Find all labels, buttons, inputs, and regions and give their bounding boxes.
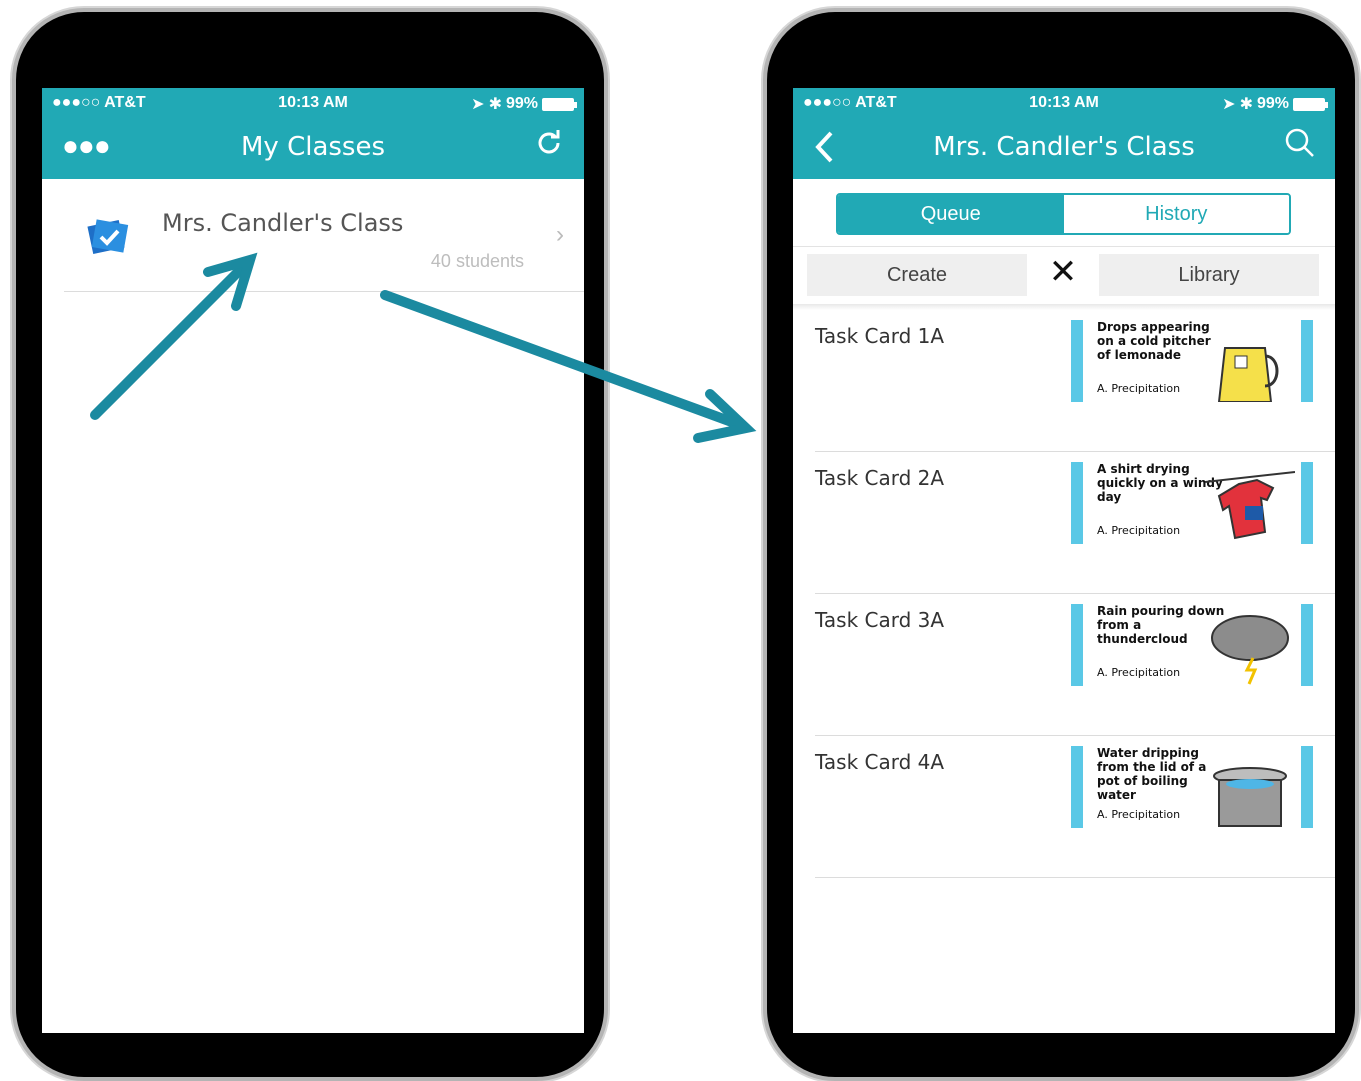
status-right: ➤ ✱ 99%	[471, 94, 577, 114]
task-card-title: Task Card 2A	[815, 466, 945, 490]
divider	[64, 291, 584, 292]
tab-queue[interactable]: Queue	[838, 195, 1064, 233]
thumb-answer: A. Precipitation	[1097, 524, 1181, 537]
bluetooth-icon: ✱	[488, 96, 502, 113]
thumb-border	[1301, 604, 1313, 686]
battery-icon	[1293, 97, 1328, 111]
task-card-thumbnail: Water dripping from the lid of a pot of …	[1071, 746, 1313, 828]
class-list-item[interactable]: Mrs. Candler's Class 40 students ›	[42, 179, 584, 292]
class-checkmark-icon	[87, 217, 129, 257]
task-card-thumbnail: Drops appearing on a cold pitcher of lem…	[1071, 320, 1313, 402]
battery-percent: 99%	[505, 95, 538, 112]
divider	[793, 246, 1335, 247]
task-card-thumbnail: A shirt drying quickly on a windy day A.…	[1071, 462, 1313, 544]
phone-frame-right: ●●●○○ AT&T 10:13 AM ➤ ✱ 99% Mrs. Candler…	[763, 8, 1359, 1081]
thumb-answer: A. Precipitation	[1097, 808, 1181, 821]
bluetooth-icon: ✱	[1239, 96, 1253, 113]
app-header: ●●●○○ AT&T 10:13 AM ➤ ✱ 99% ●●● My Class…	[42, 88, 584, 179]
boiling-pot-icon	[1213, 767, 1287, 827]
task-card-title: Task Card 1A	[815, 324, 945, 348]
thundercloud-icon	[1211, 615, 1289, 685]
task-card-title: Task Card 4A	[815, 750, 945, 774]
task-card-row[interactable]: Task Card 2A A shirt drying quickly on a…	[793, 452, 1335, 594]
library-button[interactable]: Library	[1099, 254, 1319, 296]
task-card-row[interactable]: Task Card 1A Drops appearing on a cold p…	[793, 310, 1335, 452]
app-header: ●●●○○ AT&T 10:13 AM ➤ ✱ 99% Mrs. Candler…	[793, 88, 1335, 179]
refresh-icon[interactable]	[534, 128, 564, 166]
thumb-answer: A. Precipitation	[1097, 666, 1181, 679]
thumb-border	[1301, 746, 1313, 828]
divider	[815, 877, 1335, 878]
thumb-border	[1071, 462, 1083, 544]
thumb-border	[1071, 320, 1083, 402]
location-icon: ➤	[471, 96, 485, 113]
student-count: 40 students	[430, 251, 524, 271]
page-title: My Classes	[240, 132, 386, 162]
location-icon: ➤	[1222, 96, 1236, 113]
chevron-right-icon: ›	[556, 221, 564, 248]
thumb-border	[1071, 604, 1083, 686]
lemonade-pitcher-icon	[1217, 347, 1279, 402]
search-icon[interactable]	[1285, 128, 1315, 166]
page-title: Mrs. Candler's Class	[933, 132, 1195, 162]
thumb-border	[1301, 462, 1313, 544]
shirt-drying-icon	[1205, 471, 1295, 540]
phone-frame-left: ●●●○○ AT&T 10:13 AM ➤ ✱ 99% ●●● My Class…	[12, 8, 608, 1081]
screen-class-detail: ●●●○○ AT&T 10:13 AM ➤ ✱ 99% Mrs. Candler…	[793, 88, 1335, 1033]
battery-percent: 99%	[1256, 95, 1289, 112]
task-card-row[interactable]: Task Card 3A Rain pouring down from a th…	[793, 594, 1335, 736]
screen-my-classes: ●●●○○ AT&T 10:13 AM ➤ ✱ 99% ●●● My Class…	[42, 88, 584, 1033]
close-icon[interactable]: ✕	[1043, 252, 1083, 296]
thumb-answer: A. Precipitation	[1097, 382, 1181, 395]
thumb-border	[1301, 320, 1313, 402]
task-card-title: Task Card 3A	[815, 608, 945, 632]
create-button[interactable]: Create	[807, 254, 1027, 296]
status-bar: ●●●○○ AT&T 10:13 AM ➤ ✱ 99%	[793, 88, 1335, 118]
tab-history[interactable]: History	[1063, 195, 1289, 233]
class-name: Mrs. Candler's Class	[162, 209, 404, 237]
battery-icon	[542, 97, 577, 111]
status-bar: ●●●○○ AT&T 10:13 AM ➤ ✱ 99%	[42, 88, 584, 118]
thumb-border	[1071, 746, 1083, 828]
status-right: ➤ ✱ 99%	[1222, 94, 1328, 114]
task-card-thumbnail: Rain pouring down from a thundercloud A.…	[1071, 604, 1313, 686]
queue-history-segmented-control: Queue History	[836, 193, 1291, 235]
task-card-row[interactable]: Task Card 4A Water dripping from the lid…	[793, 736, 1335, 878]
